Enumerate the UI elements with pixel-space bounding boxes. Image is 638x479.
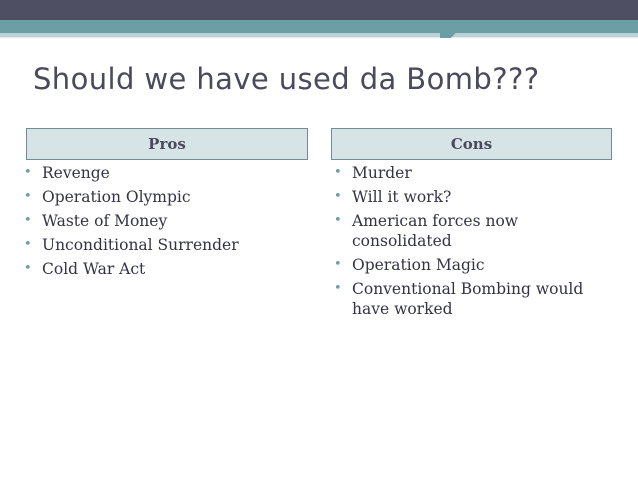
pros-item-label: Operation Olympic [42,188,191,206]
cons-item-label: Murder [352,164,412,182]
bullet-icon: • [334,213,342,228]
bullet-icon: • [334,257,342,272]
list-item: • Operation Olympic [24,187,314,207]
slide-title: Should we have used da Bomb??? [33,62,540,96]
list-item: • Operation Magic [334,255,619,275]
bullet-icon: • [24,237,32,252]
cons-item-label: Will it work? [352,188,452,206]
pros-list: • Revenge • Operation Olympic • Waste of Mo… [24,163,314,283]
band-notch [440,20,480,38]
list-item: • Waste of Money [24,211,314,231]
pros-header: Pros [26,128,308,160]
bullet-icon: • [334,189,342,204]
bullet-icon: • [24,261,32,276]
list-item: • Murder [334,163,619,183]
bullet-icon: • [334,281,342,296]
pros-item-label: Unconditional Surrender [42,236,239,254]
cons-item-label: American forces now consolidated [352,212,519,250]
cons-item-label: Operation Magic [352,256,485,274]
list-item: • Revenge [24,163,314,183]
slide: Should we have used da Bomb??? Pros Cons… [0,0,638,479]
pros-item-label: Cold War Act [42,260,146,278]
top-divider-line [0,37,638,38]
top-teal-band [0,20,638,33]
bullet-icon: • [334,165,342,180]
cons-item-label: Conventional Bombing would have worked [352,280,584,318]
list-item: • American forces now consolidated [334,211,619,251]
list-item: • Conventional Bombing would have worked [334,279,619,319]
pros-item-label: Waste of Money [42,212,168,230]
top-dark-band [0,0,638,20]
cons-list: • Murder • Will it work? • American forces … [334,163,619,323]
list-item: • Cold War Act [24,259,314,279]
cons-header: Cons [331,128,612,160]
bullet-icon: • [24,213,32,228]
list-item: • Unconditional Surrender [24,235,314,255]
bullet-icon: • [24,189,32,204]
pros-item-label: Revenge [42,164,110,182]
list-item: • Will it work? [334,187,619,207]
bullet-icon: • [24,165,32,180]
